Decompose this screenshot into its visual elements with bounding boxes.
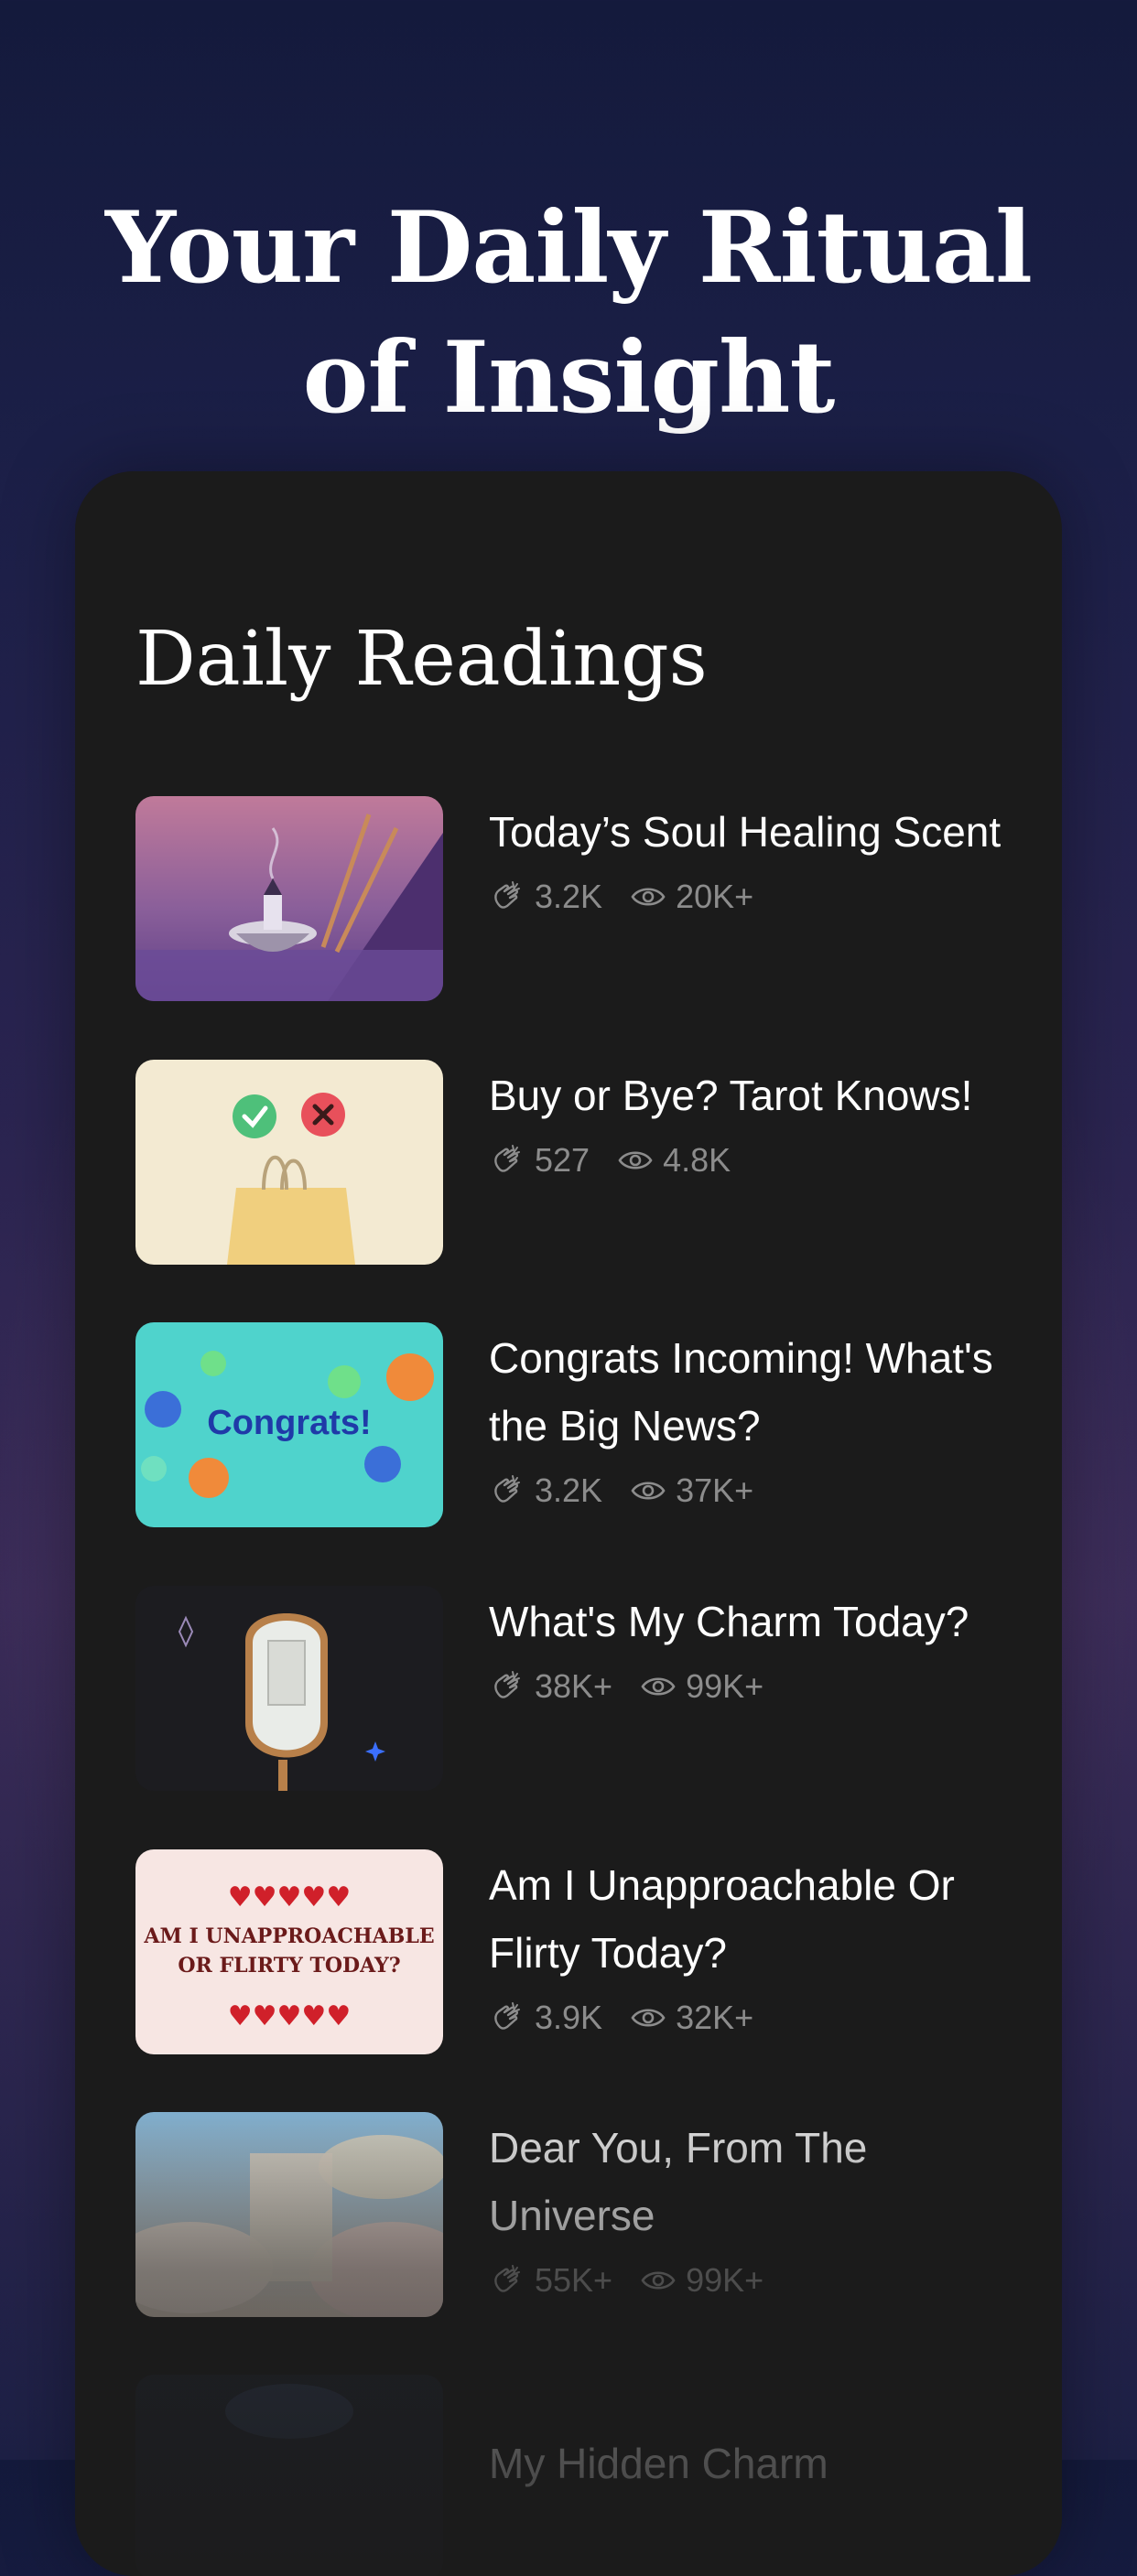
view-count: 99K+: [686, 1667, 764, 1705]
hidden-charm-illustration: [135, 2375, 443, 2576]
clap-icon: [489, 1472, 525, 1509]
svg-text:♥♥♥♥♥: ♥♥♥♥♥: [228, 2000, 351, 2032]
eye-icon: [630, 878, 666, 915]
reading-stats: 38K+ 99K+: [489, 1665, 1038, 1708]
eye-icon: [640, 2262, 677, 2299]
clouds-card-illustration: [135, 2112, 443, 2317]
reading-item-buy-or-bye[interactable]: Buy or Bye? Tarot Knows! 527 4.8K: [135, 1060, 1033, 1265]
view-count: 20K+: [676, 878, 754, 915]
eye-icon: [640, 1668, 677, 1705]
reading-item-unapproachable-or-flirty[interactable]: ♥♥♥♥♥ ♥♥♥♥♥ AM I UNAPPROACHABLE OR FLIRT…: [135, 1849, 1033, 2054]
reading-stats: 3.2K 37K+: [489, 1469, 1038, 1513]
reading-stats: 3.9K 32K+: [489, 1996, 1038, 2040]
clap-icon: [489, 1668, 525, 1705]
view-count: 4.8K: [663, 1141, 731, 1179]
reading-title: Today’s Soul Healing Scent: [489, 808, 1002, 856]
svg-text:♥♥♥♥♥: ♥♥♥♥♥: [228, 1881, 351, 1913]
reading-thumbnail: ♥♥♥♥♥ ♥♥♥♥♥ AM I UNAPPROACHABLE OR FLIRT…: [135, 1849, 443, 2054]
reading-thumbnail: [135, 2112, 443, 2317]
clap-icon: [489, 1999, 525, 2036]
reading-title: Dear You, From The Universe: [489, 2124, 868, 2239]
clap-icon: [489, 878, 525, 915]
view-count: 37K+: [676, 1471, 754, 1509]
reading-title: Congrats Incoming! What's the Big News?: [489, 1334, 993, 1450]
clap-count: 38K+: [535, 1667, 613, 1705]
congrats-thumb-text: Congrats!: [207, 1404, 371, 1442]
reading-title: Am I Unapproachable Or Flirty Today?: [489, 1861, 955, 1977]
thumb-text-line2: OR FLIRTY TODAY?: [178, 1954, 400, 1978]
thumb-text-line1: AM I UNAPPROACHABLE: [143, 1924, 434, 1948]
reading-stats: 527 4.8K: [489, 1138, 1038, 1182]
clap-icon: [489, 2262, 525, 2299]
reading-thumbnail: [135, 796, 443, 1001]
eye-icon: [617, 1142, 654, 1179]
reading-item-dear-you-universe[interactable]: Dear You, From The Universe 55K+ 99K+: [135, 2112, 1033, 2317]
hero-title-line1: Your Daily Ritual: [104, 190, 1033, 306]
reading-item-soul-healing-scent[interactable]: Today’s Soul Healing Scent 3.2K 20K+: [135, 796, 1033, 1001]
clap-count: 3.9K: [535, 1999, 603, 2036]
balloons-illustration: Congrats!: [135, 1322, 443, 1527]
reading-thumbnail: [135, 2375, 443, 2576]
reading-thumbnail: [135, 1586, 443, 1791]
hero-title-line2: of Insight: [302, 320, 836, 436]
section-title: Daily Readings: [135, 616, 708, 703]
reading-item-congrats-incoming[interactable]: Congrats! Congrats Incoming! What's the …: [135, 1322, 1033, 1527]
reading-stats: 55K+ 99K+: [489, 2258, 1038, 2302]
reading-stats: 3.2K 20K+: [489, 875, 1038, 919]
clap-icon: [489, 1142, 525, 1179]
reading-item-hidden-charm[interactable]: My Hidden Charm: [135, 2375, 1033, 2576]
view-count: 32K+: [676, 1999, 754, 2036]
clap-count: 527: [535, 1141, 590, 1179]
clap-count: 55K+: [535, 2261, 613, 2299]
reading-thumbnail: Congrats!: [135, 1322, 443, 1527]
mirror-illustration: [135, 1586, 443, 1791]
reading-item-charm-today[interactable]: What's My Charm Today? 38K+ 99K+: [135, 1586, 1033, 1791]
view-count: 99K+: [686, 2261, 764, 2299]
reading-title: My Hidden Charm: [489, 2440, 828, 2487]
hearts-text-illustration: ♥♥♥♥♥ ♥♥♥♥♥ AM I UNAPPROACHABLE OR FLIRT…: [135, 1849, 443, 2054]
reading-title: Buy or Bye? Tarot Knows!: [489, 1072, 973, 1119]
hero-title: Your Daily Ritual of Insight: [0, 183, 1137, 443]
shopping-bag-illustration: [135, 1060, 443, 1265]
eye-icon: [630, 1472, 666, 1509]
incense-illustration: [135, 796, 443, 1001]
clap-count: 3.2K: [535, 1471, 603, 1509]
daily-readings-card: Daily Readings Today’s Soul Healing Scen…: [75, 471, 1062, 2576]
eye-icon: [630, 1999, 666, 2036]
clap-count: 3.2K: [535, 878, 603, 915]
reading-title: What's My Charm Today?: [489, 1598, 969, 1645]
reading-thumbnail: [135, 1060, 443, 1265]
